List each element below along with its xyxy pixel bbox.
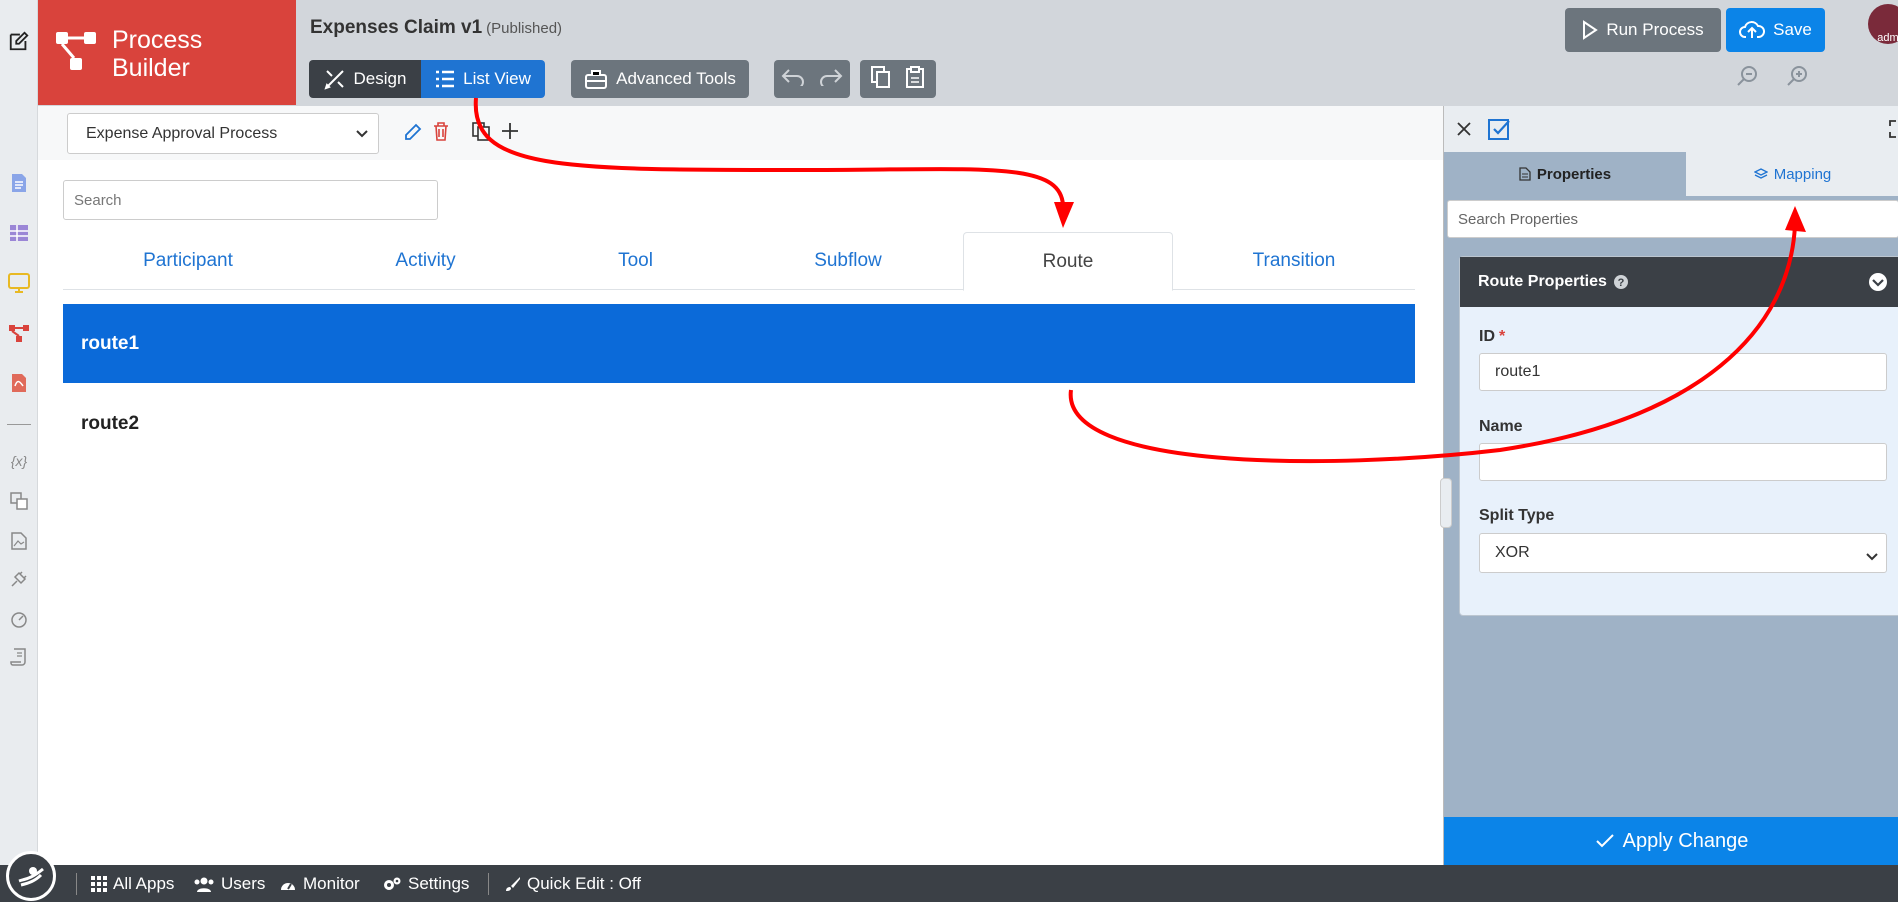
- users-link[interactable]: Users: [193, 865, 265, 902]
- route-properties-section: Route Properties ? ID * route1 Name Split…: [1459, 256, 1898, 616]
- properties-panel: Properties Mapping Search Properties Rou…: [1443, 106, 1898, 865]
- edit-process-icon[interactable]: [404, 123, 422, 146]
- tab-subflow[interactable]: Subflow: [733, 232, 963, 290]
- toolbox-icon: [585, 70, 608, 89]
- quick-edit-toggle[interactable]: Quick Edit : Off: [505, 865, 641, 902]
- chevron-down-icon: [356, 125, 368, 143]
- panel-tabs: Properties Mapping: [1444, 152, 1898, 196]
- process-builder-logo-icon: [56, 32, 96, 70]
- search-properties-input[interactable]: Search Properties: [1447, 200, 1898, 238]
- process-icon[interactable]: [8, 322, 30, 344]
- expand-icon[interactable]: [1889, 120, 1898, 143]
- main-content: Expense Approval Process Search Particip…: [38, 106, 1443, 865]
- settings-link[interactable]: Settings: [382, 865, 469, 902]
- save-button[interactable]: Save: [1726, 8, 1825, 52]
- tab-route[interactable]: Route: [963, 232, 1173, 291]
- cloud-upload-icon: [1739, 21, 1766, 38]
- collapse-icon[interactable]: [1868, 272, 1888, 292]
- publish-status: (Published): [486, 20, 563, 37]
- tab-participant[interactable]: Participant: [63, 232, 313, 290]
- users-icon: [194, 877, 214, 892]
- datalist-icon[interactable]: [8, 222, 30, 244]
- name-field[interactable]: [1479, 443, 1887, 481]
- run-process-button[interactable]: Run Process: [1565, 8, 1721, 52]
- log-icon[interactable]: [8, 646, 30, 668]
- copy-paste-group: [860, 60, 936, 98]
- variable-icon[interactable]: {x}: [8, 450, 30, 472]
- split-type-label: Split Type: [1479, 507, 1555, 524]
- document-icon: [1519, 167, 1531, 181]
- tab-transition[interactable]: Transition: [1173, 232, 1415, 290]
- chevron-down-icon: [1866, 548, 1878, 566]
- monitor-link[interactable]: Monitor: [279, 865, 360, 902]
- form-icon[interactable]: [8, 172, 30, 194]
- list-view-button[interactable]: List View: [421, 60, 545, 98]
- help-icon[interactable]: ?: [1613, 274, 1629, 290]
- tab-activity[interactable]: Activity: [313, 232, 538, 290]
- list-icon: [436, 70, 455, 88]
- checkbox-icon[interactable]: [1487, 117, 1511, 146]
- zoom-in-icon[interactable]: [1786, 64, 1810, 93]
- delete-process-icon[interactable]: [433, 122, 449, 146]
- tab-properties[interactable]: Properties: [1444, 152, 1686, 196]
- required-marker: *: [1499, 328, 1506, 345]
- mapping-icon: [1753, 168, 1768, 179]
- name-label: Name: [1479, 418, 1523, 435]
- list-item[interactable]: route2: [63, 384, 1415, 463]
- undo-redo-group: [774, 60, 850, 98]
- performance-icon[interactable]: [8, 608, 30, 630]
- joget-logo-icon[interactable]: [6, 851, 56, 901]
- process-select[interactable]: Expense Approval Process: [67, 113, 379, 154]
- copy-process-icon[interactable]: [472, 122, 490, 146]
- svg-text:?: ?: [1618, 277, 1625, 289]
- add-process-icon[interactable]: [501, 122, 519, 145]
- gears-icon: [384, 877, 401, 890]
- search-input[interactable]: Search: [63, 180, 438, 220]
- gauge-icon: [281, 882, 295, 890]
- copy-icon[interactable]: [871, 65, 891, 93]
- section-header[interactable]: Route Properties ?: [1460, 257, 1898, 307]
- play-icon: [1583, 20, 1599, 40]
- app-logo[interactable]: Process Builder: [38, 0, 296, 105]
- check-icon: [1595, 834, 1614, 848]
- id-label: ID *: [1479, 328, 1506, 345]
- paste-icon[interactable]: [905, 65, 925, 93]
- apply-change-button[interactable]: Apply Change: [1444, 817, 1898, 865]
- divider: [488, 873, 489, 895]
- close-icon[interactable]: [1456, 121, 1472, 142]
- bottom-bar: All Apps Users Monitor Settings Quick Ed…: [0, 851, 1898, 902]
- id-field[interactable]: route1: [1479, 353, 1887, 391]
- design-tools-icon: [323, 70, 344, 90]
- plugin-icon[interactable]: [8, 568, 30, 590]
- brush-icon: [506, 876, 520, 891]
- edit-icon[interactable]: [8, 30, 30, 52]
- panel-header: [1444, 106, 1898, 152]
- zoom-out-icon[interactable]: [1736, 64, 1760, 93]
- all-apps-link[interactable]: All Apps: [91, 865, 174, 902]
- page-title: Expenses Claim v1 (Published): [310, 17, 563, 38]
- tab-tool[interactable]: Tool: [538, 232, 733, 290]
- pdf-icon[interactable]: [8, 372, 30, 394]
- divider: [76, 873, 77, 895]
- design-button[interactable]: Design: [309, 60, 421, 98]
- redo-icon[interactable]: [819, 68, 843, 91]
- undo-icon[interactable]: [781, 68, 805, 91]
- advanced-tools-button[interactable]: Advanced Tools: [571, 60, 749, 98]
- left-sidebar: {x}: [0, 0, 38, 865]
- element-tabs: Participant Activity Tool Subflow Route …: [63, 232, 1415, 291]
- process-toolbar: Expense Approval Process: [38, 106, 1443, 160]
- panel-resize-handle[interactable]: [1440, 478, 1452, 528]
- grid-icon: [91, 875, 107, 892]
- userview-icon[interactable]: [8, 272, 30, 294]
- list-item[interactable]: route1: [63, 304, 1415, 383]
- image-icon[interactable]: [8, 530, 30, 552]
- logo-text: Process Builder: [112, 26, 203, 82]
- translate-icon[interactable]: [8, 490, 30, 512]
- tab-mapping[interactable]: Mapping: [1686, 152, 1898, 196]
- header-bar: Process Builder Expenses Claim v1 (Publis…: [38, 0, 1898, 106]
- rail-divider: [7, 424, 31, 425]
- split-type-select[interactable]: XOR: [1479, 533, 1887, 573]
